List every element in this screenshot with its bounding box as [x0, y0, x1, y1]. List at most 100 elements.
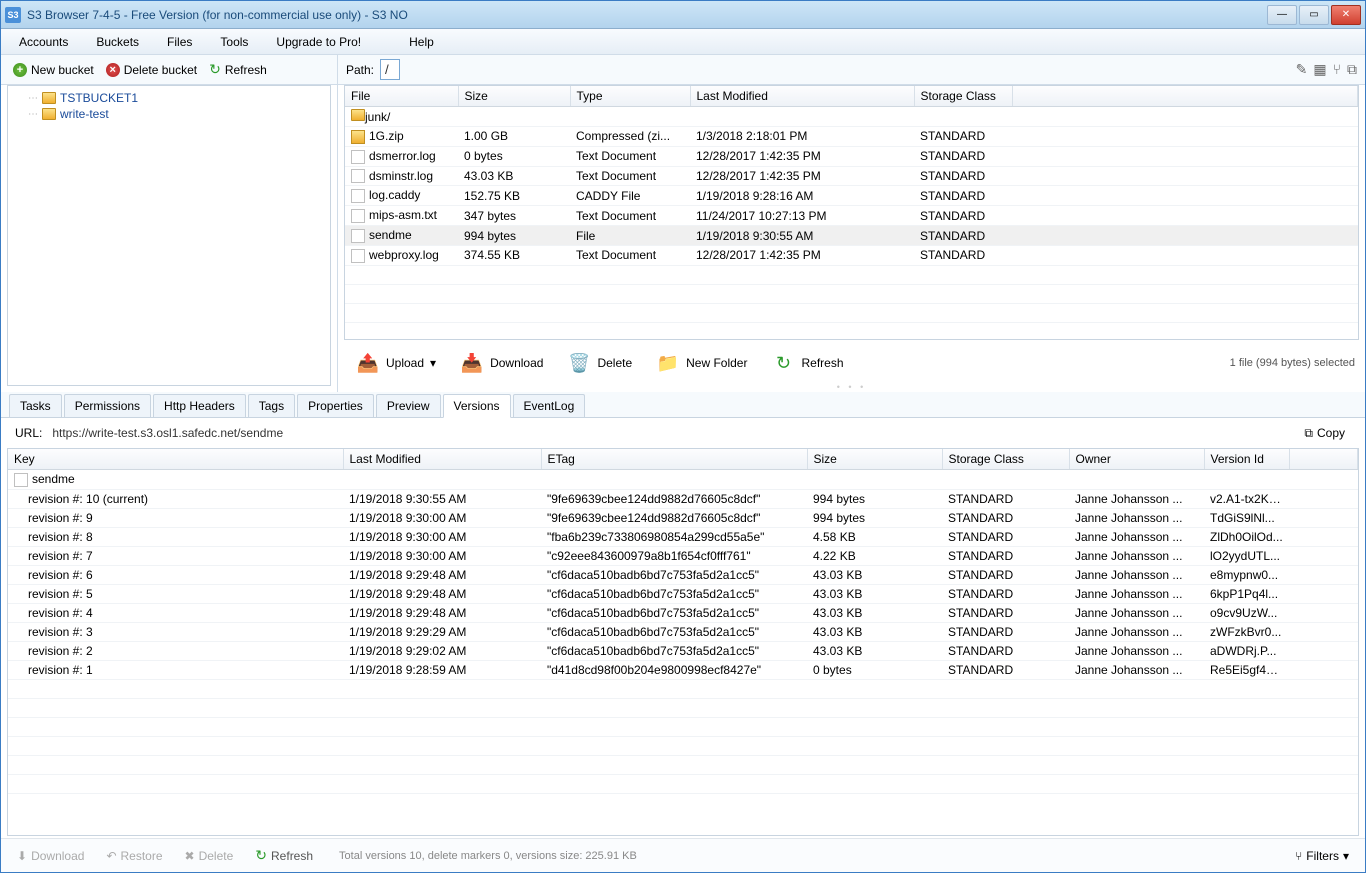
- maximize-button[interactable]: ▭: [1299, 5, 1329, 25]
- tab-tags[interactable]: Tags: [248, 394, 295, 417]
- vcol-owner[interactable]: Owner: [1069, 449, 1204, 470]
- versions-table[interactable]: Key Last Modified ETag Size Storage Clas…: [7, 448, 1359, 836]
- close-button[interactable]: ✕: [1331, 5, 1361, 25]
- menu-tools[interactable]: Tools: [210, 31, 258, 53]
- vcol-modified[interactable]: Last Modified: [343, 449, 541, 470]
- restore-icon: ↶: [106, 849, 116, 863]
- col-modified[interactable]: Last Modified: [690, 86, 914, 107]
- menu-accounts[interactable]: Accounts: [9, 31, 78, 53]
- col-type[interactable]: Type: [570, 86, 690, 107]
- file-row[interactable]: 1G.zip1.00 GBCompressed (zi...1/3/2018 2…: [345, 127, 1358, 147]
- delete-icon: ✖: [185, 849, 195, 863]
- download-icon: 📥: [460, 351, 484, 375]
- file-row[interactable]: dsminstr.log43.03 KBText Document12/28/2…: [345, 166, 1358, 186]
- upload-button[interactable]: 📤Upload▾: [348, 347, 444, 379]
- menu-upgrade[interactable]: Upgrade to Pro!: [266, 31, 371, 53]
- version-delete-button[interactable]: ✖Delete: [177, 845, 242, 867]
- selection-status: 1 file (994 bytes) selected: [1230, 357, 1355, 369]
- file-row[interactable]: log.caddy152.75 KBCADDY File1/19/2018 9:…: [345, 186, 1358, 206]
- new-folder-button[interactable]: 📁New Folder: [648, 347, 755, 379]
- col-class[interactable]: Storage Class: [914, 86, 1012, 107]
- vcol-class[interactable]: Storage Class: [942, 449, 1069, 470]
- titlebar[interactable]: S3 S3 Browser 7-4-5 - Free Version (for …: [1, 1, 1365, 29]
- versions-toolbar: ⬇Download ↶Restore ✖Delete ↻Refresh Tota…: [1, 838, 1365, 872]
- url-value[interactable]: https://write-test.s3.osl1.safedc.net/se…: [52, 426, 283, 440]
- version-download-button[interactable]: ⬇Download: [9, 845, 92, 867]
- copy-icon: ⧉: [1304, 426, 1313, 441]
- file-icon: [351, 189, 365, 203]
- minimize-button[interactable]: —: [1267, 5, 1297, 25]
- file-row[interactable]: sendme994 bytesFile1/19/2018 9:30:55 AMS…: [345, 226, 1358, 246]
- delete-bucket-button[interactable]: ×Delete bucket: [100, 60, 203, 80]
- filter-icon: ⑂: [1295, 849, 1302, 863]
- vcol-etag[interactable]: ETag: [541, 449, 807, 470]
- edit-icon[interactable]: ✎: [1296, 61, 1308, 78]
- file-row[interactable]: mips-asm.txt347 bytesText Document11/24/…: [345, 206, 1358, 226]
- bucket-tree[interactable]: ⋯TSTBUCKET1 ⋯write-test: [7, 85, 331, 386]
- app-window: S3 S3 Browser 7-4-5 - Free Version (for …: [0, 0, 1366, 873]
- bucket-item[interactable]: ⋯TSTBUCKET1: [12, 90, 326, 106]
- file-row[interactable]: junk/: [345, 107, 1358, 127]
- version-row[interactable]: revision #: 11/19/2018 9:28:59 AM"d41d8c…: [8, 660, 1358, 679]
- version-refresh-button[interactable]: ↻Refresh: [247, 843, 321, 868]
- menu-files[interactable]: Files: [157, 31, 202, 53]
- version-row[interactable]: revision #: 51/19/2018 9:29:48 AM"cf6dac…: [8, 584, 1358, 603]
- version-row[interactable]: revision #: 61/19/2018 9:29:48 AM"cf6dac…: [8, 565, 1358, 584]
- details-panel: Tasks Permissions Http Headers Tags Prop…: [1, 392, 1365, 872]
- version-row[interactable]: revision #: 10 (current)1/19/2018 9:30:5…: [8, 489, 1358, 508]
- file-table[interactable]: File Size Type Last Modified Storage Cla…: [344, 85, 1359, 340]
- file-icon: [351, 150, 365, 164]
- version-row[interactable]: revision #: 81/19/2018 9:30:00 AM"fba6b2…: [8, 527, 1358, 546]
- version-row[interactable]: revision #: 21/19/2018 9:29:02 AM"cf6dac…: [8, 641, 1358, 660]
- file-icon: [14, 473, 28, 487]
- vcol-key[interactable]: Key: [8, 449, 343, 470]
- new-bucket-button[interactable]: +New bucket: [7, 60, 100, 80]
- tab-http-headers[interactable]: Http Headers: [153, 394, 246, 417]
- refresh-files-button[interactable]: ↻Refresh: [763, 347, 851, 379]
- versions-header-row[interactable]: Key Last Modified ETag Size Storage Clas…: [8, 449, 1358, 470]
- select-all-icon[interactable]: ▦: [1313, 61, 1326, 78]
- versions-status: Total versions 10, delete markers 0, ver…: [339, 850, 637, 862]
- refresh-icon: ↻: [771, 351, 795, 375]
- version-row[interactable]: revision #: 41/19/2018 9:29:48 AM"cf6dac…: [8, 603, 1358, 622]
- refresh-icon: ↻: [255, 847, 267, 864]
- col-size[interactable]: Size: [458, 86, 570, 107]
- bucket-item[interactable]: ⋯write-test: [12, 106, 326, 122]
- menubar: Accounts Buckets Files Tools Upgrade to …: [1, 29, 1365, 55]
- file-header-row[interactable]: File Size Type Last Modified Storage Cla…: [345, 86, 1358, 107]
- filters-button[interactable]: ⑂Filters▾: [1287, 845, 1357, 867]
- tab-versions[interactable]: Versions: [443, 394, 511, 418]
- version-row[interactable]: revision #: 71/19/2018 9:30:00 AM"c92eee…: [8, 546, 1358, 565]
- file-row[interactable]: webproxy.log374.55 KBText Document12/28/…: [345, 245, 1358, 265]
- download-button[interactable]: 📥Download: [452, 347, 551, 379]
- columns-icon[interactable]: ⧉: [1347, 61, 1357, 78]
- file-row[interactable]: dsmerror.log0 bytesText Document12/28/20…: [345, 146, 1358, 166]
- version-row[interactable]: revision #: 31/19/2018 9:29:29 AM"cf6dac…: [8, 622, 1358, 641]
- delete-button[interactable]: 🗑️Delete: [559, 347, 640, 379]
- tab-preview[interactable]: Preview: [376, 394, 441, 417]
- dropdown-icon: ▾: [1343, 849, 1349, 863]
- vcol-vid[interactable]: Version Id: [1204, 449, 1289, 470]
- file-icon: [351, 169, 365, 183]
- tab-permissions[interactable]: Permissions: [64, 394, 151, 417]
- col-file[interactable]: File: [345, 86, 458, 107]
- filter-icon[interactable]: ⑂: [1333, 61, 1341, 78]
- menu-help[interactable]: Help: [399, 31, 444, 53]
- menu-buckets[interactable]: Buckets: [86, 31, 149, 53]
- tab-properties[interactable]: Properties: [297, 394, 374, 417]
- vcol-size[interactable]: Size: [807, 449, 942, 470]
- plus-icon: +: [13, 63, 27, 77]
- refresh-buckets-button[interactable]: ↻Refresh: [203, 58, 273, 81]
- upload-icon: 📤: [356, 351, 380, 375]
- path-input[interactable]: [380, 59, 400, 80]
- version-restore-button[interactable]: ↶Restore: [98, 845, 170, 867]
- tab-eventlog[interactable]: EventLog: [513, 394, 586, 417]
- app-icon: S3: [5, 7, 21, 23]
- copy-url-button[interactable]: ⧉Copy: [1298, 424, 1351, 443]
- url-label: URL:: [15, 426, 42, 440]
- splitter-grip[interactable]: • • •: [338, 384, 1365, 392]
- version-row[interactable]: revision #: 91/19/2018 9:30:00 AM"9fe696…: [8, 508, 1358, 527]
- version-root-row[interactable]: sendme: [8, 470, 1358, 489]
- tab-tasks[interactable]: Tasks: [9, 394, 62, 417]
- download-icon: ⬇: [17, 849, 27, 863]
